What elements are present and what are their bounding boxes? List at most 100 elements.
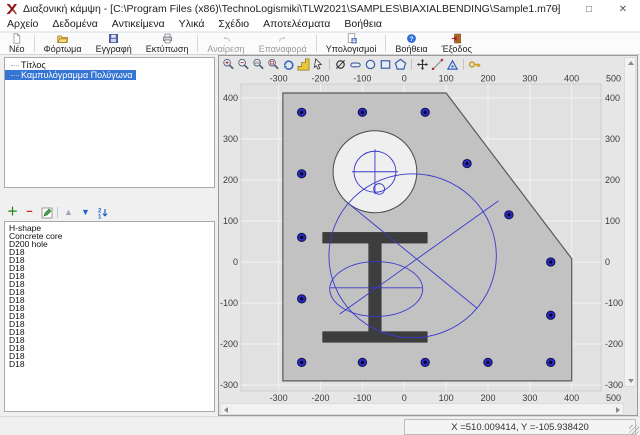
regenerate-icon[interactable]	[282, 58, 295, 71]
zoom-out-icon[interactable]	[237, 58, 250, 71]
axis-tick-label: 300	[522, 74, 537, 84]
drawing-panel: 100 -300-300-200-200-100-100001001002002…	[218, 55, 638, 416]
exit-button[interactable]: Έξοδος	[435, 33, 479, 54]
list-item[interactable]: D18	[6, 280, 213, 288]
calculations-sheet-icon	[345, 33, 358, 44]
grid-icon[interactable]	[297, 58, 310, 71]
rectangle-icon[interactable]	[379, 58, 392, 71]
drawing-toolbar-separator	[411, 59, 412, 70]
menu-help[interactable]: Βοήθεια	[337, 18, 389, 31]
object-tree[interactable]: Τίτλος Καμπυλόγραμμα Πολύγωνα	[4, 57, 215, 188]
move-icon[interactable]	[416, 58, 429, 71]
save-button[interactable]: Εγγραφή	[89, 33, 139, 54]
scroll-left-icon[interactable]	[224, 407, 228, 413]
move-up-icon[interactable]: ▲	[62, 206, 75, 219]
zoom-in-icon[interactable]	[222, 58, 235, 71]
axis-tick-label: 100	[439, 393, 454, 403]
menu-materials[interactable]: Υλικά	[172, 18, 212, 31]
window-controls: ─ □ ✕	[538, 0, 640, 18]
scroll-down-icon[interactable]	[628, 379, 634, 383]
toolbar-separator	[197, 35, 198, 52]
redo-button[interactable]: Επαναφορά	[252, 33, 314, 54]
add-icon[interactable]: ＋	[6, 206, 19, 219]
print-button[interactable]: Εκτύπωση	[139, 33, 196, 54]
load-button[interactable]: Φόρτωμα	[37, 33, 89, 54]
calculations-button[interactable]: Υπολογισμοί	[319, 33, 384, 54]
axis-tick-label: -300	[270, 393, 288, 403]
snap-angle-icon[interactable]	[446, 58, 459, 71]
help-button[interactable]: ? Βοήθεια	[388, 33, 434, 54]
list-item[interactable]: D18	[6, 256, 213, 264]
menu-file[interactable]: Αρχείο	[0, 18, 45, 31]
undo-button[interactable]: Αναίρεση	[200, 33, 251, 54]
rebar-core	[424, 111, 427, 114]
rebar-core	[300, 172, 303, 175]
list-item[interactable]: D18	[6, 304, 213, 312]
axis-tick-label: 200	[223, 175, 238, 185]
axis-tick-label: 100	[605, 216, 620, 226]
scroll-right-icon[interactable]	[616, 407, 620, 413]
axis-tick-label: 100	[223, 216, 238, 226]
cursor-coordinates: X =510.009414, Y =-105.938420	[404, 419, 636, 435]
axis-tick-label: -100	[220, 298, 238, 308]
undo-arrow-icon	[220, 33, 233, 44]
list-item[interactable]: D18	[6, 352, 213, 360]
list-item[interactable]: D18	[6, 312, 213, 320]
list-item[interactable]: D18	[6, 272, 213, 280]
minimize-button[interactable]: ─	[538, 0, 572, 18]
list-item[interactable]: D18	[6, 328, 213, 336]
select-pointer-icon[interactable]	[312, 58, 325, 71]
vertical-scrollbar[interactable]	[624, 57, 636, 387]
axis-tick-label: 0	[402, 74, 407, 84]
axis-tick-label: -300	[605, 380, 623, 390]
horizontal-scrollbar[interactable]	[220, 403, 624, 415]
list-item[interactable]: D18	[6, 296, 213, 304]
list-item[interactable]: D18	[6, 320, 213, 328]
tree-item-polygons[interactable]: Καμπυλόγραμμα Πολύγωνα	[5, 70, 136, 80]
maximize-button[interactable]: □	[572, 0, 606, 18]
list-item[interactable]: D18	[6, 248, 213, 256]
toolbar-separator	[34, 35, 35, 52]
diameter-icon[interactable]	[334, 58, 347, 71]
edit-icon[interactable]	[40, 206, 53, 219]
rebar-core	[507, 213, 510, 216]
list-item[interactable]: D18	[6, 288, 213, 296]
menu-objects[interactable]: Αντικείμενα	[105, 18, 172, 31]
move-down-icon[interactable]: ▼	[79, 206, 92, 219]
list-item[interactable]: D18	[6, 344, 213, 352]
axis-tick-label: 400	[223, 93, 238, 103]
list-item[interactable]: D18	[6, 360, 213, 368]
resize-grip[interactable]	[629, 425, 639, 435]
scroll-up-icon[interactable]	[628, 61, 634, 65]
sort-icon[interactable]: 21	[96, 206, 109, 219]
axis-tick-label: 500	[606, 74, 621, 84]
list-item[interactable]: D18	[6, 264, 213, 272]
axis-tick-label: -200	[605, 339, 623, 349]
svg-text:?: ?	[409, 36, 413, 43]
axis-tick-label: 200	[480, 74, 495, 84]
exit-door-icon	[450, 33, 463, 44]
rebar-icon[interactable]	[349, 58, 362, 71]
zoom-extents-icon[interactable]	[267, 58, 280, 71]
new-button[interactable]: Νέο	[2, 33, 32, 54]
menu-data[interactable]: Δεδομένα	[45, 18, 104, 31]
status-bar: X =510.009414, Y =-105.938420	[0, 416, 640, 435]
polygon-icon[interactable]	[394, 58, 407, 71]
menu-drawing[interactable]: Σχέδιο	[211, 18, 256, 31]
close-button[interactable]: ✕	[606, 0, 640, 18]
axis-tick-label: 300	[605, 134, 620, 144]
polygon-list[interactable]: H-shapeConcrete coreD200 holeD18D18D18D1…	[4, 221, 215, 412]
plot-canvas[interactable]: -300-300-200-200-100-1000010010020020030…	[219, 73, 625, 403]
app-icon	[6, 3, 18, 15]
measure-icon[interactable]	[431, 58, 444, 71]
list-item[interactable]: D18	[6, 336, 213, 344]
tree-item-title[interactable]: Τίτλος	[5, 60, 214, 70]
circle-icon[interactable]	[364, 58, 377, 71]
lock-key-icon[interactable]	[468, 58, 481, 71]
remove-icon[interactable]: −	[23, 206, 36, 219]
menu-results[interactable]: Αποτελέσματα	[256, 18, 337, 31]
zoom-100-icon[interactable]: 100	[252, 58, 265, 71]
axis-tick-label: -100	[353, 393, 371, 403]
list-item[interactable]: D200 hole	[6, 240, 213, 248]
axis-tick-label: 500	[606, 393, 621, 403]
